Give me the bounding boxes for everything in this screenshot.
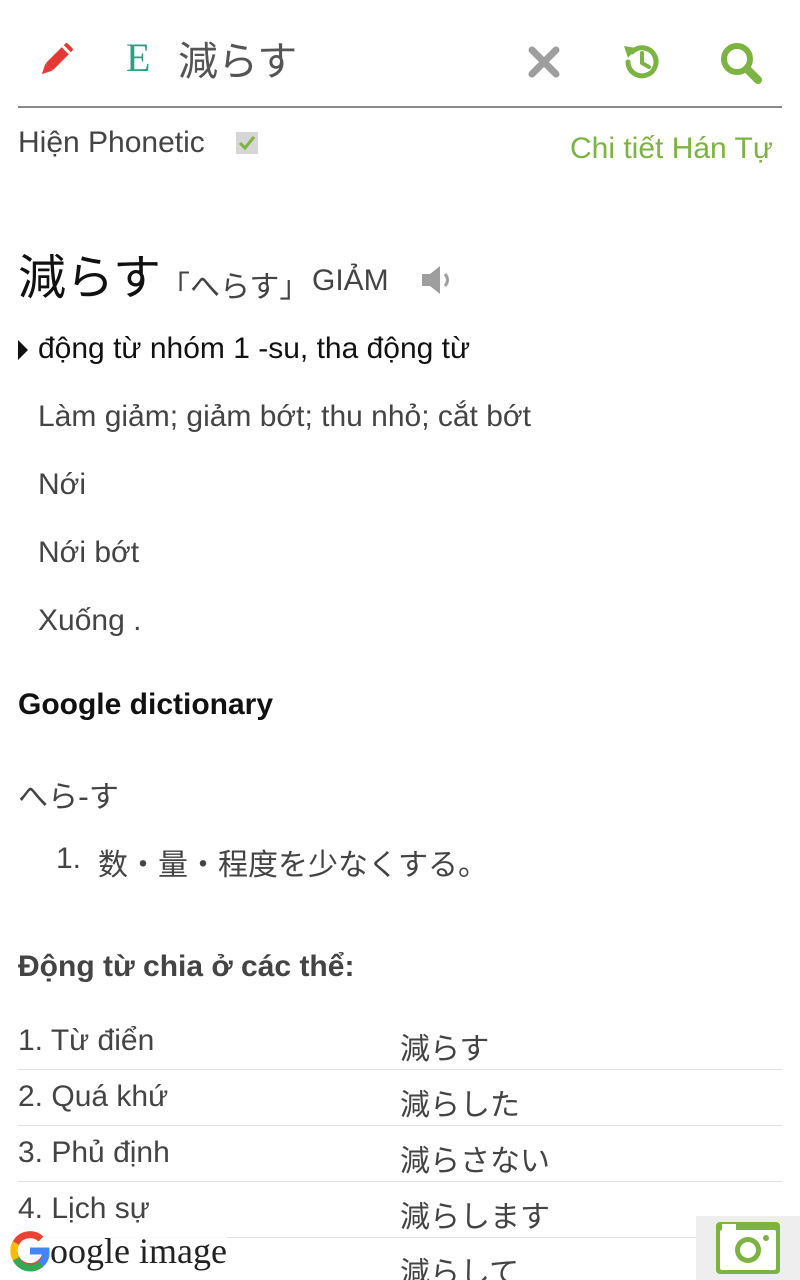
search-icon[interactable]	[718, 40, 764, 86]
google-dictionary-title: Google dictionary	[18, 688, 274, 721]
meaning-item: Làm giảm; giảm bớt; thu nhỏ; cắt bớt	[38, 400, 531, 433]
phonetic-label: Hiện Phonetic	[18, 126, 205, 159]
google-image-label: oogle image	[50, 1231, 227, 1271]
headword: 減らす	[18, 250, 162, 306]
conjugation-value: 減らして	[400, 1256, 520, 1280]
search-bar: E	[0, 0, 800, 108]
history-icon[interactable]	[620, 40, 664, 84]
conjugation-title: Động từ chia ở các thể:	[18, 950, 355, 983]
meaning-item: Nới	[38, 468, 87, 501]
part-of-speech-arrow-icon	[18, 340, 28, 360]
definition-number: 1.	[56, 842, 82, 875]
conjugation-value: 減らした	[400, 1088, 520, 1123]
table-row: 1. Từ điển 減らす	[18, 1014, 782, 1070]
conjugation-label: 1. Từ điển	[18, 1024, 155, 1057]
camera-button[interactable]	[696, 1216, 800, 1280]
table-row: 3. Phủ định 減らさない	[18, 1126, 782, 1182]
speaker-icon[interactable]	[420, 262, 456, 298]
pencil-icon[interactable]	[34, 38, 78, 82]
conjugation-label: 2. Quá khứ	[18, 1080, 169, 1113]
search-input[interactable]	[178, 32, 498, 84]
headword-reading: 「へらす」	[160, 270, 310, 305]
conjugation-value: 減らします	[400, 1200, 550, 1235]
camera-icon	[716, 1222, 780, 1274]
close-icon[interactable]	[526, 44, 562, 80]
conjugation-value: 減らす	[400, 1032, 490, 1067]
conjugation-label: 4. Lịch sự	[18, 1192, 150, 1225]
search-bar-divider	[18, 106, 782, 108]
meaning-item: Xuống .	[38, 604, 142, 637]
google-g-icon	[10, 1231, 50, 1272]
part-of-speech: động từ nhóm 1 -su, tha động từ	[38, 332, 471, 365]
google-image-button[interactable]: oogle image	[8, 1226, 227, 1276]
phonetic-checkbox[interactable]	[236, 132, 258, 154]
meaning-item: Nới bớt	[38, 536, 140, 569]
checkmark-icon	[238, 136, 256, 151]
google-dictionary-reading: へら-す	[18, 780, 119, 815]
definition-text: 数・量・程度を少なくする。	[98, 848, 488, 883]
han-viet-reading: GIẢM	[312, 264, 389, 297]
conjugation-label: 3. Phủ định	[18, 1136, 170, 1169]
conjugation-value: 減らさない	[400, 1144, 550, 1179]
table-row: 2. Quá khứ 減らした	[18, 1070, 782, 1126]
kanji-detail-link[interactable]: Chi tiết Hán Tự	[570, 132, 773, 166]
language-badge[interactable]: E	[126, 36, 150, 80]
